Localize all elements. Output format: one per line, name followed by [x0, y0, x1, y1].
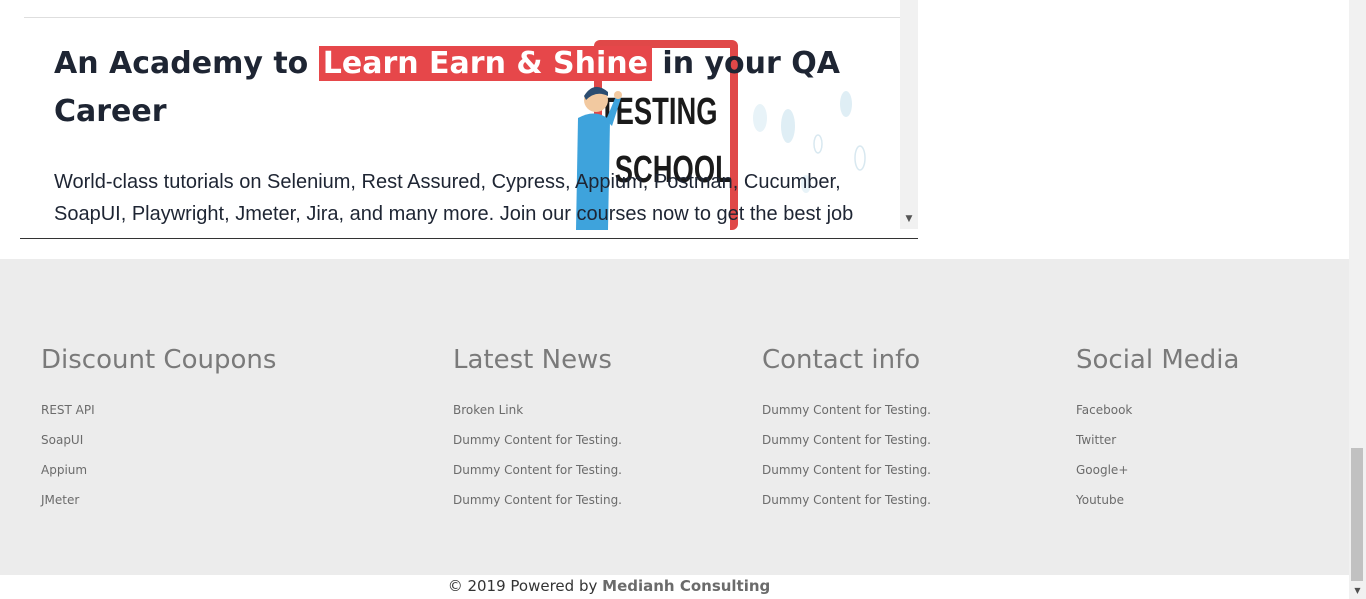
footer-link-jmeter[interactable]: JMeter: [41, 493, 79, 507]
footer-link-broken-link[interactable]: Broken Link: [453, 403, 523, 417]
footer-link[interactable]: Dummy Content for Testing.: [762, 463, 931, 477]
footer-heading: Latest News: [453, 345, 612, 375]
hero-title-before: An Academy to: [54, 46, 309, 81]
iframe-scrollbar[interactable]: [900, 0, 918, 229]
footer-link[interactable]: Dummy Content for Testing.: [453, 433, 622, 447]
footer-link-twitter[interactable]: Twitter: [1076, 433, 1116, 447]
embedded-iframe[interactable]: TESTING SCHOOL An Academy to Learn Earn …: [20, 0, 918, 239]
footer-link[interactable]: Dummy Content for Testing.: [762, 493, 931, 507]
footer-heading: Contact info: [762, 345, 921, 375]
footer-column-latest-news: Latest News Broken Link Dummy Content fo…: [453, 343, 622, 519]
footer-heading: Discount Coupons: [41, 345, 277, 375]
footer-link-appium[interactable]: Appium: [41, 463, 87, 477]
footer-link[interactable]: Dummy Content for Testing.: [762, 403, 931, 417]
footer-link-google-plus[interactable]: Google+: [1076, 463, 1128, 477]
footer-link-soapui[interactable]: SoapUI: [41, 433, 83, 447]
iframe-scroll-down-icon[interactable]: ▼: [902, 210, 916, 228]
copyright: © 2019 Powered by Medianh Consulting: [0, 577, 1218, 595]
footer-column-discount-coupons: Discount Coupons REST API SoapUI Appium …: [41, 343, 276, 519]
footer-link-rest-api[interactable]: REST API: [41, 403, 95, 417]
footer-heading: Social Media: [1076, 345, 1240, 375]
copyright-text: © 2019 Powered by: [447, 577, 598, 595]
footer: Discount Coupons REST API SoapUI Appium …: [0, 259, 1349, 575]
hero-title-highlight: Learn Earn & Shine: [318, 46, 652, 81]
page-scrollbar-thumb[interactable]: [1351, 448, 1363, 581]
page-scrollbar[interactable]: ▼: [1349, 0, 1366, 599]
hero-title: An Academy to Learn Earn & Shine in your…: [54, 40, 854, 136]
footer-link-youtube[interactable]: Youtube: [1076, 493, 1124, 507]
footer-link[interactable]: Dummy Content for Testing.: [453, 463, 622, 477]
divider: [24, 17, 900, 18]
footer-link[interactable]: Dummy Content for Testing.: [762, 433, 931, 447]
footer-link-facebook[interactable]: Facebook: [1076, 403, 1132, 417]
hero-description: World-class tutorials on Selenium, Rest …: [54, 171, 854, 225]
page-scroll-down-icon[interactable]: ▼: [1349, 583, 1366, 599]
footer-link[interactable]: Dummy Content for Testing.: [453, 493, 622, 507]
footer-column-social-media: Social Media Facebook Twitter Google+ Yo…: [1076, 343, 1239, 519]
copyright-brand-link[interactable]: Medianh Consulting: [602, 577, 770, 595]
footer-column-contact-info: Contact info Dummy Content for Testing. …: [762, 343, 931, 519]
